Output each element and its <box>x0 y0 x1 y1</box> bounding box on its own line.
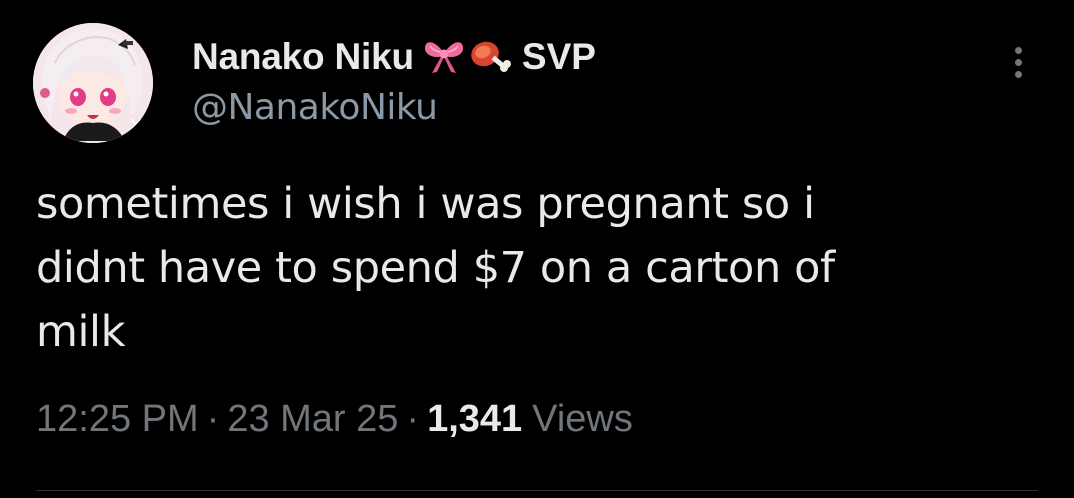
separator: · <box>206 398 220 440</box>
tweet-header: Nanako Niku SVP @NanakoNiku <box>192 33 596 128</box>
more-dot <box>1014 70 1022 78</box>
meat-on-bone-icon <box>468 37 512 77</box>
ribbon-icon <box>422 37 466 77</box>
tweet-date[interactable]: 23 Mar 25 <box>227 398 398 441</box>
more-dot <box>1014 58 1022 66</box>
divider <box>36 490 1038 491</box>
author-handle[interactable]: @NanakoNiku <box>192 87 596 128</box>
avatar-image <box>33 23 153 143</box>
author-display-name[interactable]: Nanako Niku <box>192 36 414 78</box>
more-options-button[interactable] <box>1000 40 1036 84</box>
views-count: 1,341 <box>427 398 523 440</box>
views-label: Views <box>532 398 633 440</box>
tweet-metadata: 12:25 PM · 23 Mar 25 · 1,341 Views <box>36 398 633 441</box>
author-name-suffix: SVP <box>521 36 596 77</box>
more-vertical-icon <box>1014 46 1022 54</box>
tweet-time[interactable]: 12:25 PM <box>36 398 199 441</box>
separator: · <box>406 398 420 440</box>
tweet-text: sometimes i wish i was pregnant so i did… <box>36 179 835 357</box>
author-name-row[interactable]: Nanako Niku SVP <box>192 33 596 81</box>
tweet-card: Nanako Niku SVP @NanakoNiku sometimes i … <box>0 0 1074 498</box>
avatar[interactable] <box>33 23 153 143</box>
